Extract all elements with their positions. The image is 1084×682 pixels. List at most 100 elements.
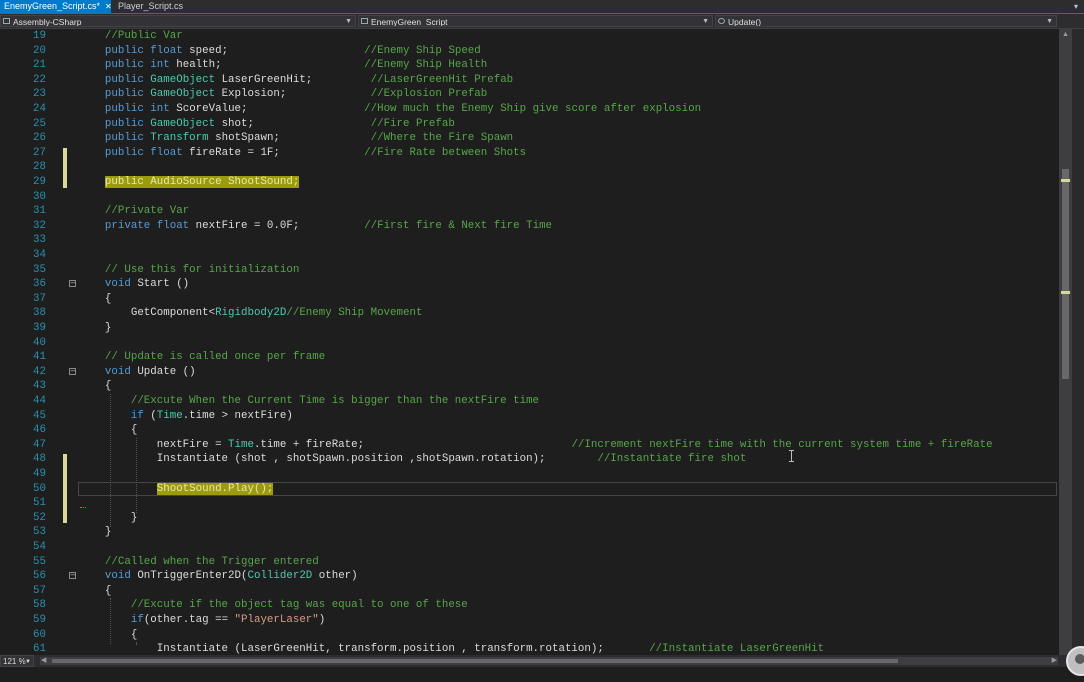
code-token: { (79, 584, 112, 597)
code-line[interactable]: 39 } (0, 321, 1072, 336)
code-text: //Private Var (79, 204, 189, 219)
code-line[interactable]: 33 (0, 233, 1072, 248)
code-line[interactable]: 60 { (0, 628, 1072, 643)
code-comment: //Increment nextFire time with the curre… (571, 438, 993, 451)
scroll-thumb[interactable] (1062, 169, 1069, 379)
line-number: 35 (33, 263, 46, 276)
code-token: GameObject (150, 73, 216, 86)
code-text: nextFire = Time.time + fireRate; //Incre… (79, 438, 993, 453)
code-line[interactable]: 19 //Public Var (0, 29, 1072, 44)
code-line[interactable]: 30 (0, 190, 1072, 205)
code-text: //Excute if the object tag was equal to … (79, 598, 468, 613)
line-number: 46 (33, 424, 46, 437)
close-icon[interactable]: ✕ (105, 2, 112, 11)
tab-player-script[interactable]: Player_Script.cs (114, 0, 194, 13)
code-line[interactable]: 40 (0, 336, 1072, 351)
code-token: Collider2D (247, 570, 313, 583)
class-label: EnemyGreen_Script (371, 17, 448, 27)
code-line[interactable]: 53 } (0, 525, 1072, 540)
code-line[interactable]: 56 − void OnTriggerEnter2D(Collider2D oth… (0, 569, 1072, 584)
line-number: 20 (33, 44, 46, 57)
code-line[interactable]: 24 public int ScoreValue; //How much the… (0, 102, 1072, 117)
code-text: { (79, 292, 112, 307)
collapse-icon[interactable]: − (69, 367, 76, 375)
code-line[interactable]: 47 nextFire = Time.time + fireRate; //In… (0, 438, 1072, 453)
code-line[interactable]: 52 } (0, 506, 1072, 526)
code-editor[interactable]: 19 //Public Var 20 public float speed; //… (0, 29, 1072, 655)
code-token: fireRate = 1F; (182, 146, 365, 159)
scroll-right-icon[interactable]: ▶ (1052, 656, 1057, 664)
line-number: 41 (33, 351, 46, 364)
code-line[interactable]: 31 //Private Var (0, 204, 1072, 219)
code-text: if (Time.time > nextFire) (79, 409, 293, 424)
code-line[interactable]: 57 { (0, 584, 1072, 599)
code-line[interactable]: 37 { (0, 292, 1072, 307)
chevron-down-icon[interactable]: ▾ (1074, 0, 1078, 13)
code-line[interactable]: 29 public AudioSource ShootSound; (0, 175, 1072, 190)
tab-enemygreen-script[interactable]: EnemyGreen_Script.cs* ✕ (0, 0, 112, 13)
code-line[interactable]: 25 public GameObject shot; //Fire Prefab (0, 117, 1072, 132)
code-line[interactable]: 49 (0, 467, 1072, 482)
code-token: if (130, 409, 144, 422)
code-line[interactable]: 28 (0, 160, 1072, 175)
code-token: void (104, 365, 131, 378)
project-dropdown[interactable]: Assembly-CSharp ▼ (0, 15, 356, 27)
code-line[interactable]: 41 // Update is called once per frame (0, 350, 1072, 365)
code-token: public (104, 117, 144, 130)
code-line[interactable]: 38 GetComponent<Rigidbody2D//Enemy Ship … (0, 306, 1072, 321)
code-token: void (104, 570, 131, 583)
code-line[interactable]: 27 public float fireRate = 1F; //Fire Ra… (0, 146, 1072, 161)
code-comment: // Use this for initialization (104, 263, 300, 276)
code-text: } (79, 511, 138, 526)
code-line[interactable]: 23 public GameObject Explosion; //Explos… (0, 87, 1072, 102)
change-marker (1061, 291, 1070, 294)
code-token: ShootSound; (221, 176, 300, 188)
code-line[interactable]: 59 if(other.tag == "PlayerLaser") (0, 613, 1072, 628)
vertical-scrollbar[interactable]: ▲ (1059, 29, 1072, 655)
mouse-cursor-icon (789, 450, 794, 462)
code-line[interactable]: 36 − void Start () (0, 277, 1072, 292)
code-line[interactable]: 61 Instantiate (LaserGreenHit, transform… (0, 642, 1072, 655)
code-line[interactable]: 32 private float nextFire = 0.0F; //Firs… (0, 219, 1072, 234)
document-tab-bar: EnemyGreen_Script.cs* ✕ Player_Script.cs … (0, 0, 1084, 14)
code-line[interactable]: 26 public Transform shotSpawn; //Where t… (0, 131, 1072, 146)
method-icon (718, 18, 725, 24)
member-dropdown[interactable]: Update() ▼ (715, 15, 1057, 27)
line-number: 19 (33, 30, 46, 42)
code-text: public int ScoreValue; //How much the En… (79, 102, 701, 117)
code-line[interactable]: 58 //Excute if the object tag was equal … (0, 598, 1072, 613)
code-token: shot; (215, 117, 371, 130)
code-text: //Public Var (79, 29, 183, 44)
code-line[interactable]: 54 (0, 540, 1072, 555)
code-line[interactable]: 46 { (0, 423, 1072, 438)
code-line[interactable]: 43 { (0, 379, 1072, 394)
code-line[interactable]: 34 (0, 248, 1072, 263)
scroll-thumb[interactable] (52, 659, 898, 663)
code-token: .time + fireRate; (253, 438, 572, 451)
code-line[interactable]: 48 Instantiate (shot , shotSpawn.positio… (0, 452, 1072, 467)
line-number: 57 (33, 584, 46, 597)
code-line[interactable]: 21 public int health; //Enemy Ship Healt… (0, 58, 1072, 73)
code-line[interactable]: 51 (0, 496, 1072, 511)
right-panel-edge (1072, 29, 1084, 655)
split-icon[interactable] (1061, 30, 1070, 39)
collapse-icon[interactable]: − (69, 280, 76, 288)
line-number: 38 (33, 307, 46, 320)
horizontal-scrollbar[interactable]: ◀ ▶ (40, 657, 1058, 665)
code-line[interactable]: 35 // Use this for initialization (0, 263, 1072, 278)
code-line[interactable]: 55 //Called when the Trigger entered (0, 555, 1072, 570)
zoom-dropdown[interactable]: 121 % ▼ (0, 655, 34, 667)
code-comment: //Instantiate fire shot (597, 453, 747, 466)
code-comment: //First fire & Next fire Time (364, 219, 553, 232)
code-line[interactable]: 44 //Excute When the Current Time is big… (0, 394, 1072, 409)
code-line[interactable]: 45 if (Time.time > nextFire) (0, 409, 1072, 424)
code-line[interactable]: 20 public float speed; //Enemy Ship Spee… (0, 44, 1072, 59)
code-line[interactable]: 22 public GameObject LaserGreenHit; //La… (0, 73, 1072, 88)
code-line[interactable]: 42 − void Update () (0, 365, 1072, 380)
scroll-left-icon[interactable]: ◀ (41, 656, 46, 664)
collapse-icon[interactable]: − (69, 572, 76, 580)
class-dropdown[interactable]: EnemyGreen_Script ▼ (358, 15, 713, 27)
code-comment: //Public Var (104, 30, 183, 42)
